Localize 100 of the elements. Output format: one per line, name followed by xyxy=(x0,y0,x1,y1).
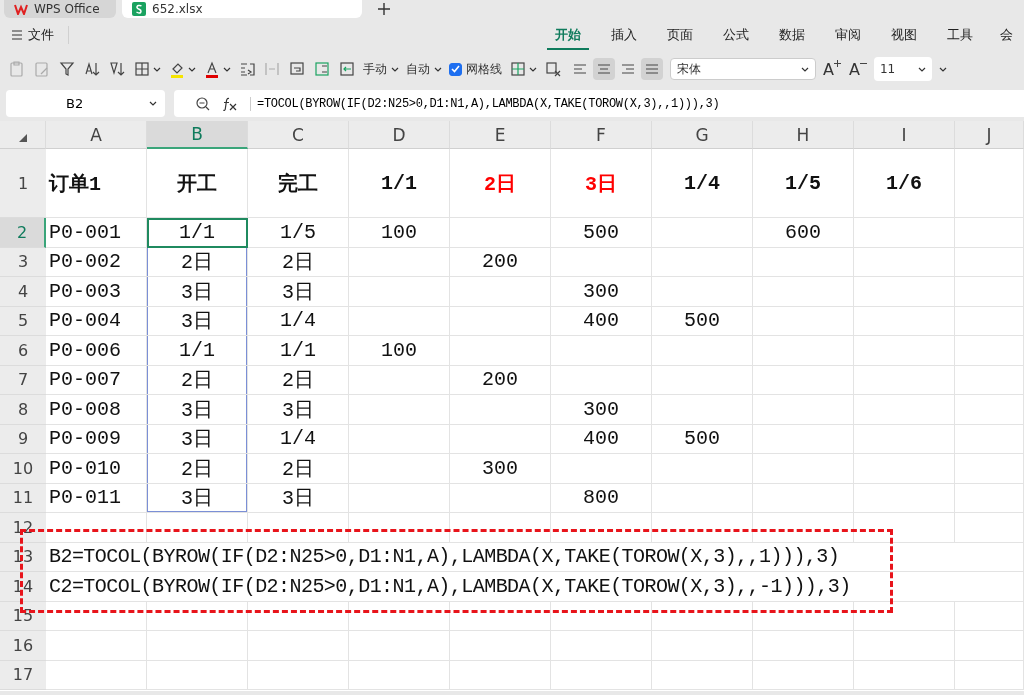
split-text-icon[interactable] xyxy=(238,60,256,78)
row-header[interactable]: 4 xyxy=(0,277,46,307)
table-cell: P0-002 xyxy=(46,247,147,277)
table-cell: P0-001 xyxy=(46,218,147,248)
row-header[interactable]: 14 xyxy=(0,572,46,602)
column-header[interactable]: F xyxy=(551,121,652,149)
plus-icon xyxy=(833,59,841,67)
caret-icon xyxy=(391,66,399,72)
font-color-icon[interactable] xyxy=(203,60,221,78)
table-cell: 1/5 xyxy=(248,218,349,248)
table-cell: 200 xyxy=(450,247,551,277)
ribbon-tab[interactable]: 插入 xyxy=(596,20,652,50)
table-cell: 3日 xyxy=(147,424,248,454)
column-header[interactable]: B xyxy=(147,121,248,149)
column-header[interactable]: E xyxy=(450,121,551,149)
column-title: 2日 xyxy=(450,149,551,218)
select-all-icon[interactable] xyxy=(18,134,27,142)
row-header[interactable]: 16 xyxy=(0,631,46,661)
ribbon-tab[interactable]: 数据 xyxy=(764,20,820,50)
caret-icon xyxy=(223,66,231,72)
empty-cell xyxy=(955,454,1024,484)
align-justify-button[interactable] xyxy=(641,58,663,80)
table-cell: P0-008 xyxy=(46,395,147,425)
ribbon-tab[interactable]: 工具 xyxy=(932,20,988,50)
table-cell: 100 xyxy=(349,336,450,366)
row-header[interactable]: 11 xyxy=(0,483,46,513)
row-height-dropdown[interactable]: 手动 xyxy=(363,60,399,78)
table-cell: 400 xyxy=(551,306,652,336)
table-cell: 1/1 xyxy=(147,336,248,366)
column-header[interactable]: J xyxy=(955,121,1024,149)
ribbon-tab[interactable]: 会 xyxy=(988,20,1024,50)
empty-cell xyxy=(955,601,1024,631)
ribbon-tab[interactable]: 页面 xyxy=(652,20,708,50)
table-cell: 500 xyxy=(652,306,753,336)
caret-icon xyxy=(529,66,537,72)
row-header[interactable]: 6 xyxy=(0,336,46,366)
wrap-text-icon[interactable] xyxy=(288,60,306,78)
table-cell: 600 xyxy=(753,218,854,248)
column-header[interactable]: G xyxy=(652,121,753,149)
column-header[interactable]: H xyxy=(753,121,854,149)
column-title: 开工 xyxy=(147,149,248,218)
row-header[interactable]: 5 xyxy=(0,306,46,336)
gridlines-checkbox[interactable]: 网格线 xyxy=(449,60,502,78)
borders-icon[interactable] xyxy=(133,60,151,78)
empty-cell xyxy=(955,365,1024,395)
empty-cell xyxy=(955,513,1024,543)
row-header[interactable]: 3 xyxy=(0,247,46,277)
font-size-select[interactable]: 11 xyxy=(873,57,932,81)
row-header[interactable]: 17 xyxy=(0,660,46,690)
wps-logo-icon xyxy=(14,3,28,15)
window-tab[interactable]: WPS Office xyxy=(4,0,116,18)
file-menu[interactable]: 文件 xyxy=(0,26,69,44)
ribbon-tab[interactable]: 公式 xyxy=(708,20,764,50)
ribbon-tab[interactable]: 审阅 xyxy=(820,20,876,50)
ribbon-tab[interactable]: 开始 xyxy=(547,20,589,50)
column-width-dropdown[interactable]: 自动 xyxy=(406,60,442,78)
row-header[interactable]: 2 xyxy=(0,218,46,248)
insert-column-icon[interactable] xyxy=(338,60,356,78)
column-title xyxy=(955,149,1024,218)
column-title: 订单1 xyxy=(46,149,147,218)
name-box[interactable]: B2 xyxy=(6,90,165,117)
column-header[interactable]: D xyxy=(349,121,450,149)
increase-font-button[interactable]: A xyxy=(823,59,841,79)
align-center-button[interactable] xyxy=(593,58,615,80)
column-header[interactable]: A xyxy=(46,121,147,149)
cell-style-icon[interactable] xyxy=(509,60,527,78)
function-icon[interactable] xyxy=(222,96,238,111)
table-cell: 500 xyxy=(551,218,652,248)
table-cell: 2日 xyxy=(147,454,248,484)
plus-icon[interactable] xyxy=(378,3,390,15)
row-header[interactable]: 7 xyxy=(0,365,46,395)
table-cell: 1/4 xyxy=(248,306,349,336)
table-cell: 3日 xyxy=(147,395,248,425)
clear-format-icon[interactable] xyxy=(544,60,562,78)
table-cell: P0-010 xyxy=(46,454,147,484)
expand-caret-icon[interactable] xyxy=(938,66,947,72)
row-header[interactable]: 10 xyxy=(0,454,46,484)
merge-cells-icon[interactable] xyxy=(263,60,281,78)
table-cell: 200 xyxy=(450,365,551,395)
font-select[interactable]: 宋体 xyxy=(670,58,816,80)
table-cell: 300 xyxy=(551,277,652,307)
sort-descending-icon[interactable] xyxy=(108,60,126,78)
column-header[interactable]: I xyxy=(854,121,955,149)
ribbon-tab[interactable]: 视图 xyxy=(876,20,932,50)
table-cell: 3日 xyxy=(248,277,349,307)
empty-cell xyxy=(955,424,1024,454)
window-tab[interactable]: 652.xlsx xyxy=(122,0,362,18)
column-header[interactable]: C xyxy=(248,121,349,149)
row-header[interactable]: 9 xyxy=(0,424,46,454)
caret-icon xyxy=(153,66,161,72)
empty-cell xyxy=(955,336,1024,366)
row-header[interactable]: 1 xyxy=(0,149,46,218)
filter-icon[interactable] xyxy=(58,60,76,78)
table-cell: P0-007 xyxy=(46,365,147,395)
sort-ascending-icon[interactable] xyxy=(83,60,101,78)
zoom-icon[interactable] xyxy=(196,96,210,111)
empty-cell xyxy=(955,483,1024,513)
decrease-font-button[interactable]: A xyxy=(848,59,867,79)
table-cell: 3日 xyxy=(147,306,248,336)
row-header[interactable]: 8 xyxy=(0,395,46,425)
